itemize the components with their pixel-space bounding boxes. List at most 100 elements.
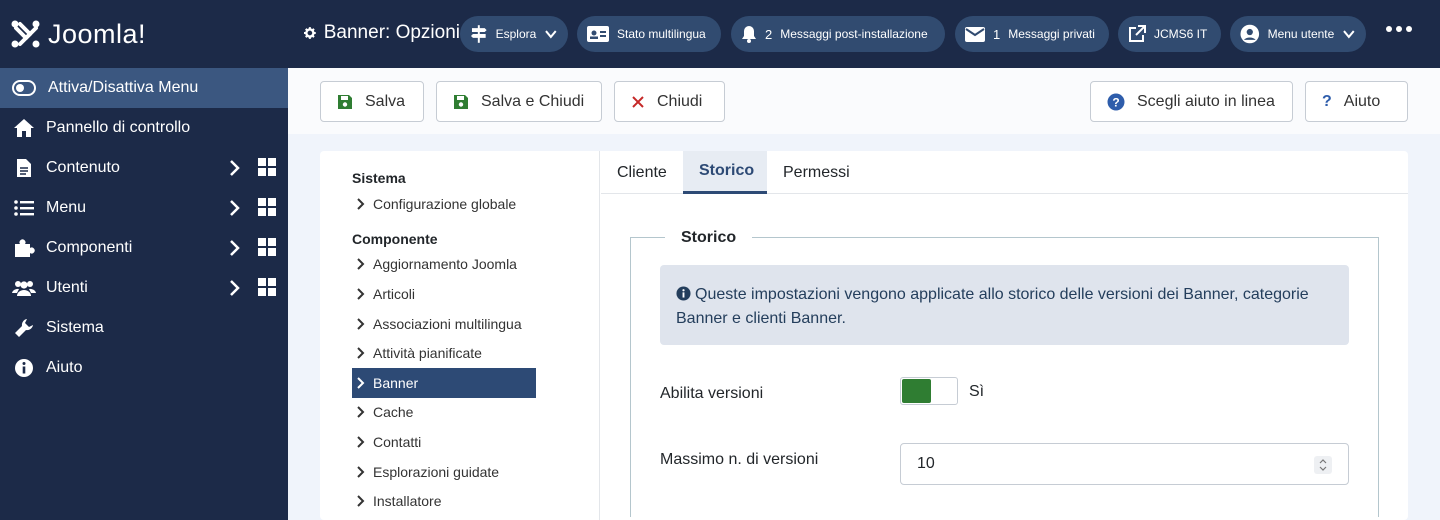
save-button[interactable]: Salva [320, 81, 424, 122]
info-alert-text: Queste impostazioni vengono applicate al… [676, 286, 1309, 327]
toggle-icon [12, 80, 36, 96]
question-icon: ? [1322, 92, 1332, 110]
chevron-right-icon[interactable] [224, 278, 244, 298]
question-circle-icon: ? [1107, 93, 1125, 110]
close-icon [632, 95, 644, 108]
nav-link-item[interactable]: Contatti [352, 427, 536, 457]
sidebar-item-label: Menu [46, 199, 87, 216]
sidebar-item-dashboard[interactable]: Pannello di controllo [0, 108, 288, 148]
chevron-right-icon [357, 495, 365, 507]
sidebar-item-users[interactable]: Utenti [0, 268, 288, 308]
chevron-right-icon [357, 436, 365, 448]
info-circle-icon [676, 286, 691, 301]
explore-button[interactable]: Esplora [460, 16, 568, 52]
logo-text: Joomla! [48, 18, 147, 49]
close-label: Chiudi [657, 92, 703, 110]
file-icon [12, 156, 36, 180]
toolbar: Salva Salva e Chiudi Chiudi ? Scegli aiu… [288, 68, 1440, 134]
nav-link-item[interactable]: Aggiornamento Joomla [352, 249, 536, 279]
chevron-right-icon [357, 318, 365, 330]
private-messages-button[interactable]: 1 Messaggi privati [955, 16, 1109, 52]
tab-cliente[interactable]: Cliente [601, 151, 683, 194]
external-link-icon [1129, 25, 1146, 42]
max-versions-input[interactable]: 10 [900, 443, 1349, 485]
toggle-menu-label: Attiva/Disattiva Menu [48, 79, 199, 96]
sidebar-item-label: Pannello di controllo [46, 119, 191, 136]
help-button[interactable]: ? Aiuto [1305, 81, 1408, 122]
dashboard-grid-icon[interactable] [258, 238, 276, 256]
joomla-logo-icon [11, 20, 40, 48]
more-options-icon[interactable] [1386, 26, 1412, 32]
multilingual-status-button[interactable]: Stato multilingua [577, 16, 721, 52]
tab-permessi[interactable]: Permessi [767, 151, 867, 194]
nav-link-item[interactable]: Articoli [352, 279, 536, 309]
chevron-right-icon [357, 198, 365, 210]
nav-link-global-config[interactable]: Configurazione globale [352, 189, 536, 219]
bell-icon [742, 26, 756, 43]
dashboard-grid-icon[interactable] [258, 198, 276, 216]
online-help-button[interactable]: ? Scegli aiuto in linea [1090, 81, 1293, 122]
max-versions-label: Massimo n. di versioni [660, 451, 819, 468]
post-install-count: 2 [765, 26, 773, 42]
multilingual-label: Stato multilingua [617, 27, 706, 41]
sidebar-item-menu[interactable]: Menu [0, 188, 288, 228]
toggle-menu-button[interactable]: Attiva/Disattiva Menu [0, 68, 288, 108]
nav-link-label: Contatti [373, 434, 422, 450]
chevron-right-icon [357, 288, 365, 300]
nav-link-label: Attività pianificate [373, 345, 482, 361]
signpost-icon [470, 25, 487, 43]
tab-storico[interactable]: Storico [683, 151, 767, 194]
chevron-right-icon [357, 466, 365, 478]
online-help-label: Scegli aiuto in linea [1137, 92, 1275, 110]
options-card: Sistema Configurazione globale Component… [320, 151, 1408, 520]
save-close-button[interactable]: Salva e Chiudi [436, 81, 602, 122]
chevron-down-icon [545, 30, 557, 39]
sidebar-item-system[interactable]: Sistema [0, 308, 288, 348]
user-menu-button[interactable]: Menu utente [1230, 16, 1366, 52]
sidebar-item-label: Aiuto [46, 359, 83, 376]
chevron-right-icon[interactable] [224, 198, 244, 218]
max-versions-value: 10 [917, 455, 935, 472]
envelope-icon [965, 26, 985, 42]
nav-link-label: Associazioni multilingua [373, 316, 522, 332]
close-button[interactable]: Chiudi [614, 81, 725, 122]
nav-link-item[interactable]: Attività pianificate [352, 338, 536, 368]
save-close-label: Salva e Chiudi [481, 92, 585, 110]
nav-heading-system: Sistema [352, 170, 406, 186]
nav-link-item[interactable]: Installatore [352, 486, 536, 516]
number-spinner-icon[interactable] [1314, 456, 1332, 474]
enable-versions-switch[interactable] [900, 377, 958, 405]
dashboard-grid-icon[interactable] [258, 158, 276, 176]
users-icon [12, 276, 36, 300]
svg-text:?: ? [1112, 95, 1119, 109]
sidebar-item-content[interactable]: Contenuto [0, 148, 288, 188]
nav-link-label: Configurazione globale [373, 196, 517, 212]
home-icon [12, 116, 36, 140]
nav-link-item[interactable]: Cache [352, 397, 536, 427]
chevron-right-icon[interactable] [224, 238, 244, 258]
wrench-icon [12, 316, 36, 340]
joomla-logo[interactable]: Joomla! [0, 0, 288, 68]
site-link-button[interactable]: JCMS6 IT [1118, 16, 1221, 52]
chevron-right-icon[interactable] [224, 158, 244, 178]
nav-link-label: Cache [373, 404, 414, 420]
save-icon [454, 94, 468, 109]
nav-link-item[interactable]: Associazioni multilingua [352, 309, 536, 339]
nav-link-label: Aggiornamento Joomla [373, 256, 517, 272]
post-install-messages-button[interactable]: 2 Messaggi post-installazione [731, 16, 945, 52]
sidebar-item-help[interactable]: Aiuto [0, 348, 288, 388]
user-menu-label: Menu utente [1267, 27, 1335, 41]
nav-link-item[interactable]: Esplorazioni guidate [352, 457, 536, 487]
chevron-right-icon [357, 377, 365, 389]
dashboard-grid-icon[interactable] [258, 278, 276, 296]
enable-versions-label: Abilita versioni [660, 385, 764, 402]
info-icon [12, 356, 36, 380]
sidebar-item-label: Utenti [46, 279, 88, 296]
nav-link-banner-active[interactable]: Banner [352, 368, 536, 398]
page-title-text: Banner: Opzioni [323, 22, 460, 43]
private-count: 1 [993, 26, 1001, 42]
info-alert: Queste impostazioni vengono applicate al… [660, 265, 1349, 345]
site-label: JCMS6 IT [1154, 27, 1208, 41]
nav-link-label: Banner [373, 375, 419, 391]
sidebar-item-components[interactable]: Componenti [0, 228, 288, 268]
